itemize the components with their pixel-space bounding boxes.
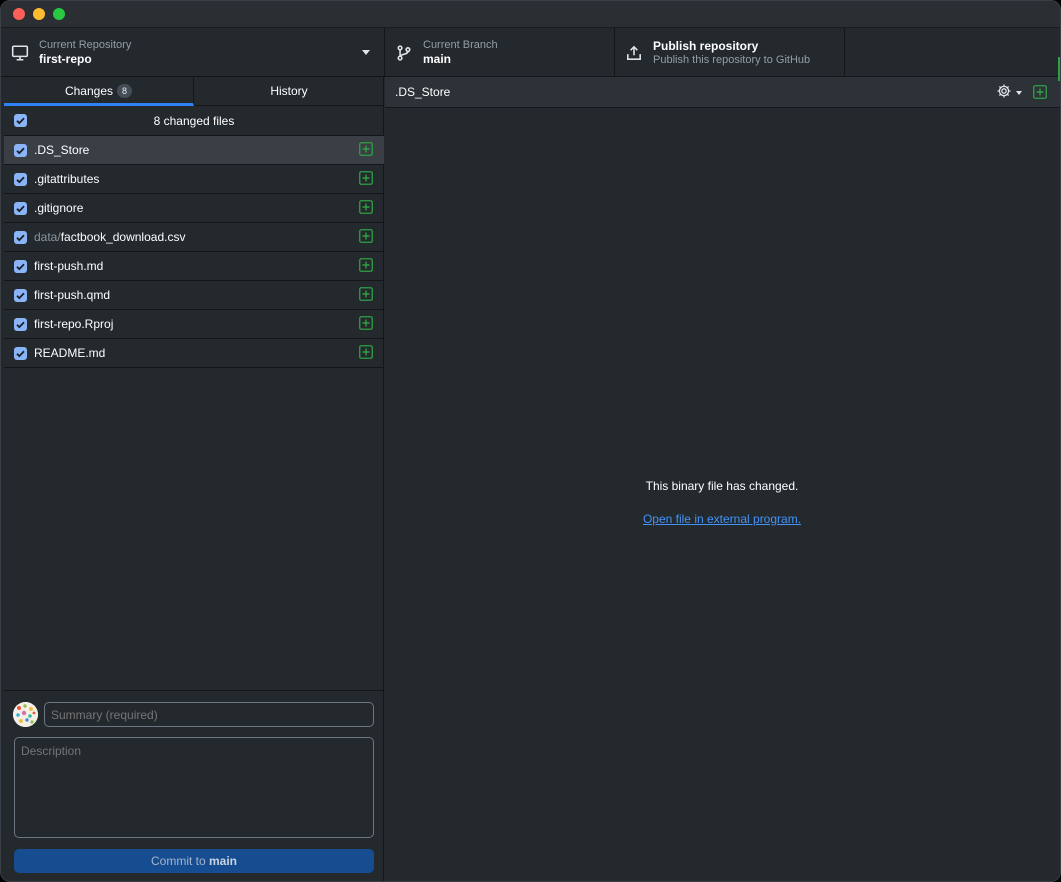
list-item[interactable]: .gitattributes bbox=[4, 165, 384, 194]
diff-view: .DS_Store This binary file has changed. … bbox=[385, 77, 1060, 881]
changed-files-count: 8 changed files bbox=[153, 114, 235, 128]
file-name: README.md bbox=[34, 346, 106, 360]
zoom-window-button[interactable] bbox=[53, 8, 65, 20]
file-checkbox[interactable] bbox=[14, 231, 27, 244]
list-item[interactable]: .DS_Store bbox=[4, 136, 384, 165]
file-name: first-repo.Rproj bbox=[34, 317, 114, 331]
tab-changes-label: Changes bbox=[64, 84, 114, 98]
binary-file-message: This binary file has changed. bbox=[645, 479, 799, 493]
open-external-link[interactable]: Open file in external program. bbox=[385, 512, 1059, 526]
file-checkbox[interactable] bbox=[14, 202, 27, 215]
publish-title: Publish repository bbox=[653, 39, 759, 53]
file-directory: data/ bbox=[34, 230, 61, 244]
chevron-down-icon bbox=[362, 50, 370, 55]
list-item[interactable]: first-push.qmd bbox=[4, 281, 384, 310]
summary-input[interactable] bbox=[44, 702, 374, 727]
list-item[interactable]: data/factbook_download.csv bbox=[4, 223, 384, 252]
file-name: data/factbook_download.csv bbox=[34, 230, 186, 244]
diff-header: .DS_Store bbox=[385, 77, 1060, 108]
publish-repository-button[interactable]: Publish repository Publish this reposito… bbox=[615, 28, 845, 77]
file-name: .DS_Store bbox=[34, 143, 90, 157]
title-bar bbox=[1, 1, 1060, 28]
repository-caption: Current Repository bbox=[39, 39, 132, 51]
sidebar-tabs: Changes 8 History bbox=[4, 77, 384, 106]
changes-count-badge: 8 bbox=[117, 84, 133, 98]
file-added-icon bbox=[359, 171, 373, 185]
file-name: .gitattributes bbox=[34, 172, 100, 186]
diff-file-path: .DS_Store bbox=[395, 85, 451, 99]
avatar bbox=[13, 702, 38, 727]
file-added-icon bbox=[359, 345, 373, 359]
upload-icon bbox=[627, 45, 641, 60]
current-branch-button[interactable]: Current Branch main bbox=[385, 28, 615, 77]
commit-button-branch: main bbox=[209, 854, 238, 868]
changed-file-list: .DS_Store .gitattributes .gitignore data… bbox=[4, 136, 384, 368]
tab-history-label: History bbox=[270, 84, 308, 98]
branch-icon bbox=[397, 45, 411, 61]
branch-name: main bbox=[423, 52, 452, 66]
repository-name: first-repo bbox=[39, 52, 92, 66]
file-added-icon bbox=[359, 287, 373, 301]
file-checkbox[interactable] bbox=[14, 173, 27, 186]
minimize-window-button[interactable] bbox=[33, 8, 45, 20]
gear-icon[interactable] bbox=[996, 83, 1012, 99]
file-added-icon bbox=[359, 316, 373, 330]
list-item[interactable]: README.md bbox=[4, 339, 384, 368]
changes-sidebar: Changes 8 History 8 changed files .DS_Sto… bbox=[4, 77, 384, 881]
commit-panel: Commit to main bbox=[4, 690, 384, 881]
file-checkbox[interactable] bbox=[14, 318, 27, 331]
changed-files-header: 8 changed files bbox=[4, 106, 384, 136]
file-checkbox[interactable] bbox=[14, 347, 27, 360]
app-window: Current Repository first-repo Current Br… bbox=[0, 0, 1061, 882]
file-checkbox[interactable] bbox=[14, 260, 27, 273]
file-checkbox[interactable] bbox=[14, 144, 27, 157]
list-item[interactable]: first-push.md bbox=[4, 252, 384, 281]
file-added-icon bbox=[359, 142, 373, 156]
commit-button-prefix: Commit to bbox=[150, 854, 209, 868]
file-added-icon bbox=[1033, 85, 1047, 99]
chevron-down-icon[interactable] bbox=[1016, 91, 1022, 95]
file-name: .gitignore bbox=[34, 201, 84, 215]
file-added-icon bbox=[359, 200, 373, 214]
file-added-icon bbox=[359, 258, 373, 272]
file-name: first-push.qmd bbox=[34, 288, 111, 302]
branch-caption: Current Branch bbox=[423, 39, 498, 51]
list-item[interactable]: .gitignore bbox=[4, 194, 384, 223]
desktop-icon bbox=[11, 45, 29, 61]
tab-changes[interactable]: Changes 8 bbox=[4, 77, 194, 106]
description-input[interactable] bbox=[14, 737, 374, 838]
tab-history[interactable]: History bbox=[194, 77, 384, 106]
commit-button[interactable]: Commit to main bbox=[14, 849, 374, 873]
file-name: first-push.md bbox=[34, 259, 104, 273]
list-item[interactable]: first-repo.Rproj bbox=[4, 310, 384, 339]
select-all-checkbox[interactable] bbox=[14, 114, 27, 127]
publish-caption: Publish this repository to GitHub bbox=[653, 54, 811, 66]
file-checkbox[interactable] bbox=[14, 289, 27, 302]
close-window-button[interactable] bbox=[13, 8, 25, 20]
toolbar: Current Repository first-repo Current Br… bbox=[1, 28, 1060, 77]
current-repository-button[interactable]: Current Repository first-repo bbox=[1, 28, 385, 77]
file-added-icon bbox=[359, 229, 373, 243]
